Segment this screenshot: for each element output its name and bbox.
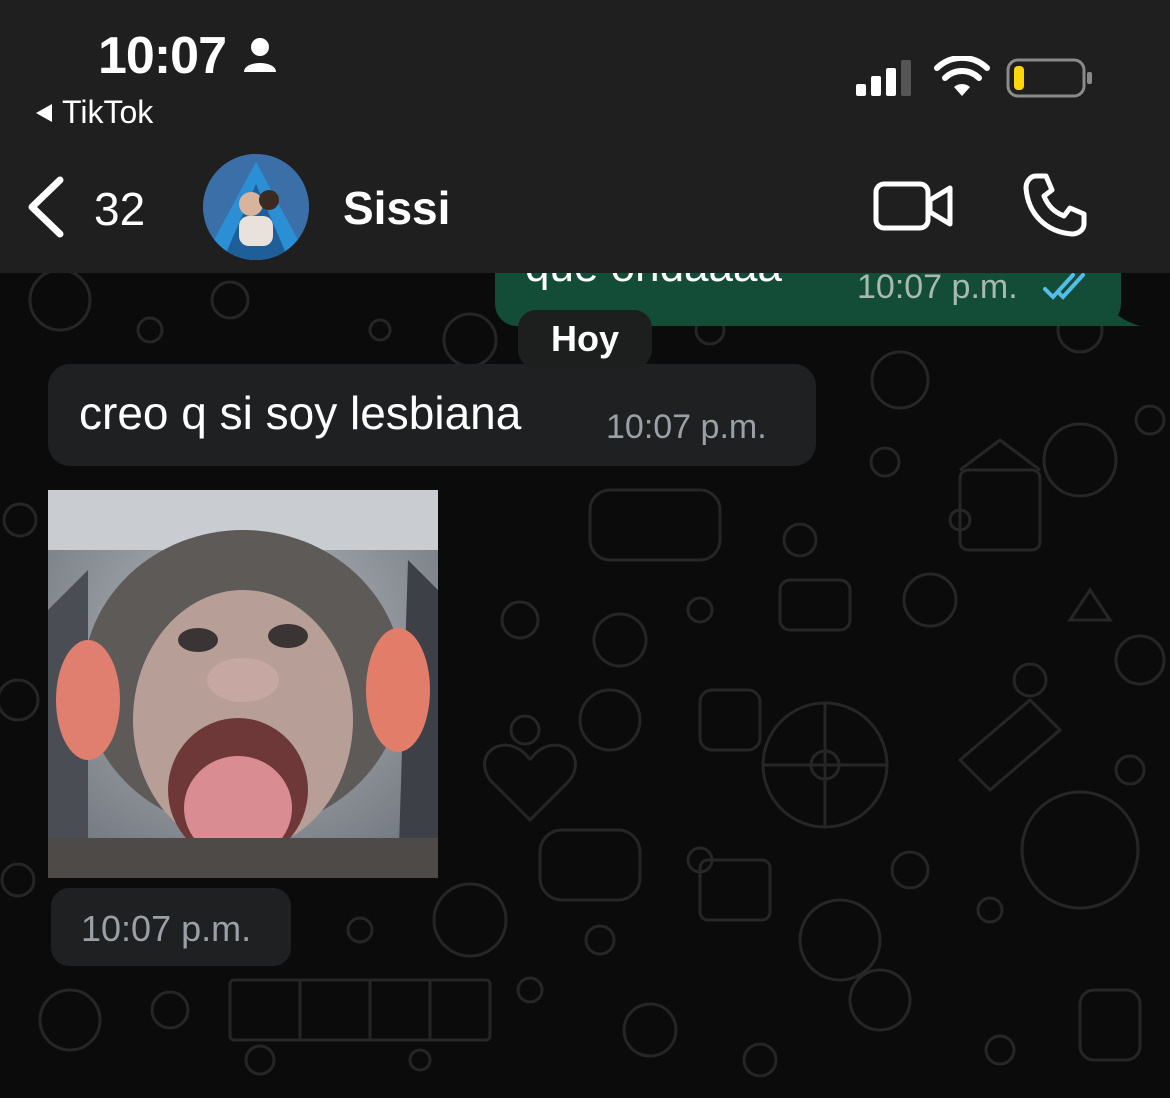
media-timestamp-pill: 10:07 p.m. bbox=[51, 888, 291, 966]
incoming-message-time: 10:07 p.m. bbox=[606, 408, 767, 446]
back-triangle-icon bbox=[36, 103, 52, 122]
incoming-message-text: creo q si soy lesbiana bbox=[79, 387, 522, 439]
monkey-photo bbox=[48, 490, 438, 878]
contact-avatar[interactable] bbox=[203, 154, 309, 260]
outgoing-message-time: 10:07 p.m. bbox=[857, 268, 1018, 306]
back-chevron-icon[interactable] bbox=[24, 176, 68, 238]
status-time: 10:07 bbox=[98, 27, 227, 85]
media-message-time: 10:07 p.m. bbox=[81, 908, 252, 949]
wifi-icon bbox=[934, 56, 990, 96]
read-receipt-icon bbox=[1043, 273, 1085, 300]
avatar-photo bbox=[203, 154, 309, 260]
cellular-signal-icon bbox=[856, 60, 911, 96]
chat-header: 10:07 TikTok 32 Sissi bbox=[0, 0, 1170, 273]
outgoing-bubble-tail bbox=[1100, 290, 1140, 326]
incoming-sticker-image[interactable] bbox=[48, 490, 438, 878]
voice-call-icon[interactable] bbox=[1022, 172, 1088, 238]
contact-name[interactable]: Sissi bbox=[343, 181, 450, 235]
back-app-label: TikTok bbox=[62, 94, 154, 130]
incoming-message-bubble[interactable]: creo q si soy lesbiana 10:07 p.m. bbox=[48, 364, 816, 466]
video-call-icon[interactable] bbox=[872, 178, 954, 234]
date-separator: Hoy bbox=[518, 310, 652, 368]
person-icon bbox=[244, 38, 276, 72]
back-to-app-link[interactable]: TikTok bbox=[36, 94, 153, 131]
unread-count[interactable]: 32 bbox=[94, 182, 145, 236]
battery-icon bbox=[1006, 58, 1092, 98]
